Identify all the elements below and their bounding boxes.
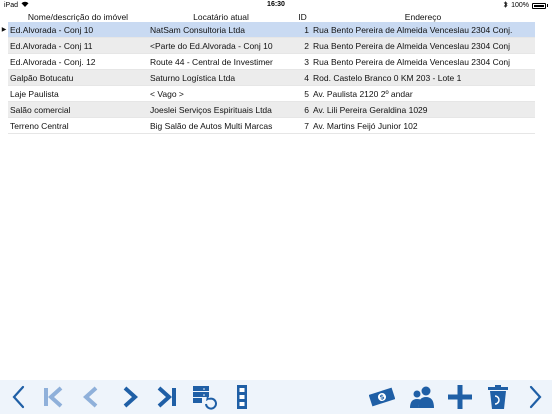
cell-endereco: Av. Lili Pereira Geraldina 1029 bbox=[311, 101, 535, 118]
cell-nome: Galpão Botucatu bbox=[8, 69, 148, 86]
cell-endereco: Av. Martins Feijó Junior 102 bbox=[311, 117, 535, 134]
trash-icon[interactable] bbox=[485, 384, 511, 410]
cell-id: 6 bbox=[294, 101, 311, 118]
current-row-indicator-icon: ▶ bbox=[0, 22, 8, 38]
cell-endereco: Rua Bento Pereira de Almeida Venceslau 2… bbox=[311, 37, 535, 54]
cell-nome: Ed.Alvorada - Conj 10 bbox=[8, 22, 148, 38]
cell-id: 5 bbox=[294, 85, 311, 102]
previous-record-icon[interactable] bbox=[78, 384, 104, 410]
column-header-endereco[interactable]: Endereço bbox=[311, 11, 535, 22]
cell-endereco: Av. Paulista 2120 2º andar bbox=[311, 85, 535, 102]
battery-icon bbox=[532, 2, 546, 9]
cell-nome: Terreno Central bbox=[8, 117, 148, 134]
cell-id: 3 bbox=[294, 53, 311, 70]
bluetooth-icon bbox=[503, 1, 508, 10]
cell-nome: Laje Paulista bbox=[8, 85, 148, 102]
column-header-nome[interactable]: Nome/descrição do imóvel bbox=[8, 11, 148, 22]
column-header-locatario[interactable]: Locatário atual bbox=[148, 11, 294, 22]
table-row[interactable]: ▶ Ed.Alvorada - Conj 10 NatSam Consultoria… bbox=[0, 22, 535, 38]
first-record-icon[interactable] bbox=[40, 384, 66, 410]
row-indicator bbox=[0, 85, 8, 102]
clock: 16:30 bbox=[267, 1, 285, 8]
bottom-toolbar: $ bbox=[0, 380, 552, 414]
cell-locatario: Big Salão de Autos Multi Marcas bbox=[148, 117, 294, 134]
last-record-icon[interactable] bbox=[154, 384, 180, 410]
cell-id: 1 bbox=[294, 22, 311, 38]
refresh-records-icon[interactable] bbox=[191, 384, 217, 410]
table-header: Nome/descrição do imóvel Locatário atual… bbox=[0, 11, 535, 22]
table-row[interactable]: Terreno Central Big Salão de Autos Multi … bbox=[0, 117, 535, 134]
table-row[interactable]: Ed.Alvorada - Conj 11 <Parte do Ed.Alvora… bbox=[0, 37, 535, 54]
table-row[interactable]: Salão comercial Joeslei Serviços Espiritu… bbox=[0, 101, 535, 118]
chevron-left-icon[interactable] bbox=[6, 384, 32, 410]
cell-locatario: NatSam Consultoria Ltda bbox=[148, 22, 294, 38]
table-row[interactable]: Laje Paulista < Vago >5 Av. Paulista 2120 … bbox=[0, 85, 535, 102]
cell-endereco: Rod. Castelo Branco 0 KM 203 - Lote 1 bbox=[311, 69, 535, 86]
cell-endereco: Rua Bento Pereira de Almeida Venceslau 2… bbox=[311, 22, 535, 38]
row-indicator bbox=[0, 101, 8, 118]
cell-locatario: Joeslei Serviços Espirituais Ltda bbox=[148, 101, 294, 118]
row-indicator bbox=[0, 69, 8, 86]
cell-nome: Salão comercial bbox=[8, 101, 148, 118]
chevron-right-icon[interactable] bbox=[522, 384, 548, 410]
next-record-icon[interactable] bbox=[117, 384, 143, 410]
cell-locatario: Saturno Logística Ltda bbox=[148, 69, 294, 86]
row-indicator bbox=[0, 117, 8, 134]
cell-nome: Ed.Alvorada - Conj 11 bbox=[8, 37, 148, 54]
row-indicator bbox=[0, 53, 8, 70]
cell-endereco: Rua Bento Pereira de Almeida Venceslau 2… bbox=[311, 53, 535, 70]
cell-id: 4 bbox=[294, 69, 311, 86]
column-header-id[interactable]: ID bbox=[294, 11, 311, 22]
cell-id: 7 bbox=[294, 117, 311, 134]
table-row[interactable]: Ed.Alvorada - Conj. 12 Route 44 - Central… bbox=[0, 53, 535, 70]
table-row[interactable]: Galpão Botucatu Saturno Logística Ltda 4 Ro… bbox=[0, 69, 535, 86]
columns-icon[interactable] bbox=[229, 384, 255, 410]
cell-locatario: Route 44 - Central de Investimer bbox=[148, 53, 294, 70]
cell-locatario: <Parte do Ed.Alvorada - Conj 10 bbox=[148, 37, 294, 54]
status-bar: iPad 16:30 100% bbox=[0, 0, 552, 10]
cell-locatario: < Vago > bbox=[148, 85, 294, 102]
add-icon[interactable] bbox=[447, 384, 473, 410]
battery-percent: 100% bbox=[511, 2, 529, 9]
row-indicator bbox=[0, 37, 8, 54]
cell-id: 2 bbox=[294, 37, 311, 54]
property-table: Nome/descrição do imóvel Locatário atual… bbox=[0, 11, 535, 134]
users-icon[interactable] bbox=[409, 384, 435, 410]
cell-nome: Ed.Alvorada - Conj. 12 bbox=[8, 53, 148, 70]
money-icon[interactable]: $ bbox=[369, 384, 395, 410]
